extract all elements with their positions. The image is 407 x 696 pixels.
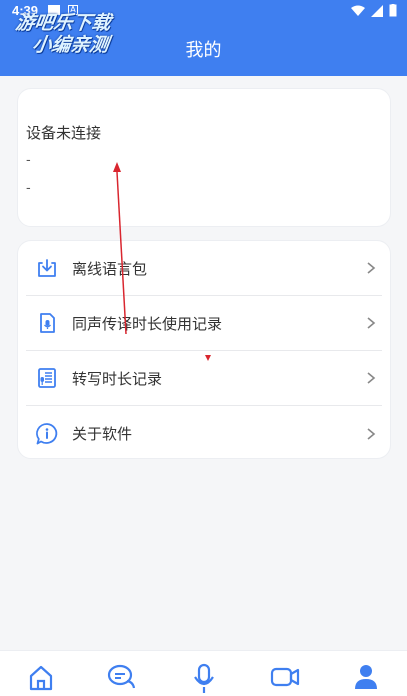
page-title: 我的	[185, 40, 222, 61]
chevron-right-icon	[367, 262, 376, 274]
menu-card: 离线语言包 同声传译时长使用记录 转写时长记录 关于软件	[17, 240, 391, 459]
menu-item-interpretation-record[interactable]: 同声传译时长使用记录	[26, 296, 382, 351]
watermark-line1: 游吧乐下载	[14, 12, 113, 34]
transcript-icon	[34, 365, 60, 391]
home-icon	[29, 665, 53, 691]
header: 4:39 A 游吧乐下载 小编亲测 我的	[0, 0, 407, 76]
menu-item-label: 关于软件	[72, 425, 133, 443]
menu-item-offline-language[interactable]: 离线语言包	[26, 241, 382, 296]
nav-microphone[interactable]	[189, 663, 219, 693]
menu-item-transcription-record[interactable]: 转写时长记录	[26, 351, 382, 406]
nav-home[interactable]	[26, 663, 56, 693]
video-icon	[270, 667, 300, 687]
user-icon	[355, 665, 377, 689]
chevron-right-icon	[367, 372, 376, 384]
device-info-line-2: -	[26, 181, 31, 196]
device-info-line-1: -	[26, 153, 31, 168]
nav-chat[interactable]	[107, 663, 137, 693]
menu-item-label: 离线语言包	[72, 259, 148, 278]
battery-icon	[389, 4, 397, 17]
device-status: 设备未连接	[26, 124, 102, 142]
info-chat-icon	[34, 421, 60, 447]
device-card[interactable]: 设备未连接 - -	[17, 88, 391, 227]
chevron-right-icon	[367, 427, 376, 440]
download-icon	[34, 255, 60, 281]
menu-item-about[interactable]: 关于软件	[26, 406, 382, 461]
nav-video[interactable]	[270, 663, 300, 693]
chevron-right-icon	[367, 317, 376, 329]
wifi-icon	[351, 5, 365, 16]
bottom-nav	[0, 650, 407, 696]
menu-item-label: 同声传译时长使用记录	[72, 314, 223, 333]
status-icons	[351, 4, 397, 17]
nav-profile[interactable]	[351, 663, 381, 693]
menu-item-label: 转写时长记录	[72, 369, 163, 388]
microphone-icon	[194, 663, 214, 693]
document-mic-icon	[34, 310, 60, 336]
chat-icon	[107, 664, 136, 689]
signal-icon	[371, 4, 383, 17]
